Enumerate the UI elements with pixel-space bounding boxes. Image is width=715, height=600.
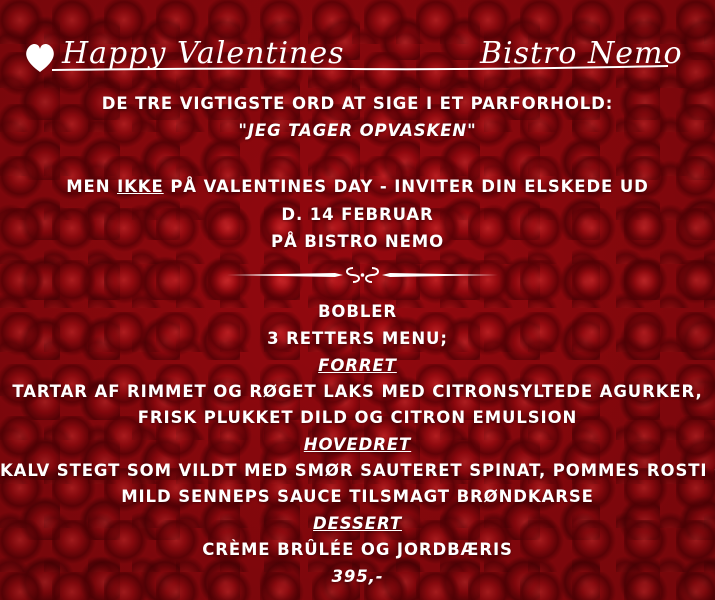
intro-quote: "JEG TAGER OPVASKEN" <box>238 121 477 140</box>
menu-main-line2: MILD SENNEPS SAUCE TILSMAGT BRØNDKARSE <box>121 487 594 506</box>
menu-starter-line2: FRISK PLUKKET DILD OG CITRON EMULSION <box>137 408 578 427</box>
header: Happy Valentines Bistro Nemo <box>22 28 682 83</box>
menu-main-line1: KALV STEGT SOM VILDT MED SMØR SAUTERET S… <box>0 461 715 480</box>
menu-bubbles: BOBLER <box>317 302 398 321</box>
menu-starter-line1: TARTAR AF RIMMET OG RØGET LAKS MED CITRO… <box>12 382 703 401</box>
rose-background <box>0 0 715 600</box>
invite-emphasis: IKKE <box>117 177 164 196</box>
menu-dessert-line1: CRÈME BRÛLÉE OG JORDBÆRIS <box>202 540 513 559</box>
flourish-divider-icon <box>227 267 498 283</box>
menu-price: 395,- <box>331 567 384 586</box>
menu-dessert-label: DESSERT <box>313 514 402 533</box>
invite-post: PÅ VALENTINES DAY - INVITER DIN ELSKEDE … <box>163 177 649 196</box>
event-venue: PÅ BISTRO NEMO <box>270 232 445 251</box>
event-date: D. 14 FEBRUAR <box>281 205 434 224</box>
title-bistro-nemo: Bistro Nemo <box>480 36 683 71</box>
intro-line: DE TRE VIGTIGSTE ORD AT SIGE I ET PARFOR… <box>101 94 614 113</box>
invite-pre: MEN <box>66 177 118 196</box>
title-happy-valentines: Happy Valentines <box>62 36 345 71</box>
menu-starter-label: FORRET <box>318 356 397 375</box>
menu-courses: 3 RETTERS MENU; <box>267 329 448 348</box>
invite-line: MEN IKKE PÅ VALENTINES DAY - INVITER DIN… <box>0 177 715 196</box>
menu-main-label: HOVEDRET <box>303 435 412 454</box>
valentines-poster: Happy Valentines Bistro Nemo DE TRE VIGT… <box>0 0 715 600</box>
heart-icon <box>26 43 54 72</box>
